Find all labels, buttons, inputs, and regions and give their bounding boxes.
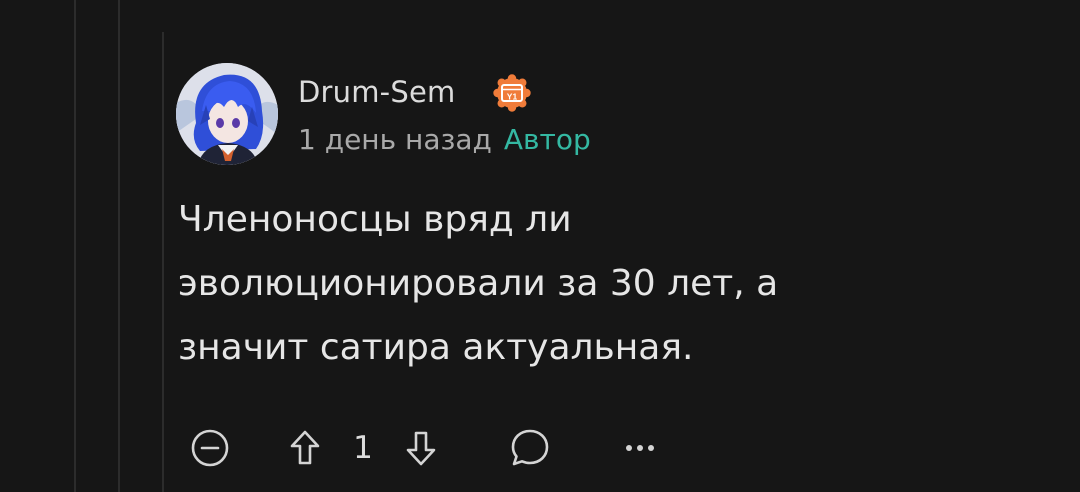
downvote-button[interactable] [397,424,445,472]
comment-time[interactable]: 1 день назад [298,123,492,156]
avatar[interactable] [176,63,278,165]
comment-screen: Drum-Sem Y1 1 день назад Автор Членоносцы… [0,0,1080,492]
badge-label: Y1 [507,92,518,102]
author-tag: Автор [503,123,591,156]
user-badge-icon[interactable]: Y1 [492,73,532,113]
arrow-down-icon [406,431,436,466]
collapse-button[interactable] [186,424,234,472]
ellipsis-icon [626,445,654,451]
comment-line: эволюционировали за 30 лет, а [178,263,779,304]
vote-score: 1 [353,430,373,466]
more-button[interactable] [616,424,664,472]
comment-text: Членоносцы вряд ли эволюционировали за 3… [178,188,898,380]
username[interactable]: Drum-Sem [298,72,455,112]
comment-line: значит сатира актуальная. [178,327,694,368]
speech-bubble-icon [511,429,549,466]
thread-line[interactable] [118,0,120,492]
upvote-button[interactable] [281,424,329,472]
comment-meta: 1 день назад Автор [298,120,591,160]
comment-actions: 1 [0,420,1080,476]
comment-line: Членоносцы вряд ли [178,199,572,240]
reply-button[interactable] [506,424,554,472]
avatar-image [176,63,278,165]
arrow-up-icon [290,430,320,465]
minus-circle-icon [191,429,229,467]
thread-line[interactable] [74,0,76,492]
